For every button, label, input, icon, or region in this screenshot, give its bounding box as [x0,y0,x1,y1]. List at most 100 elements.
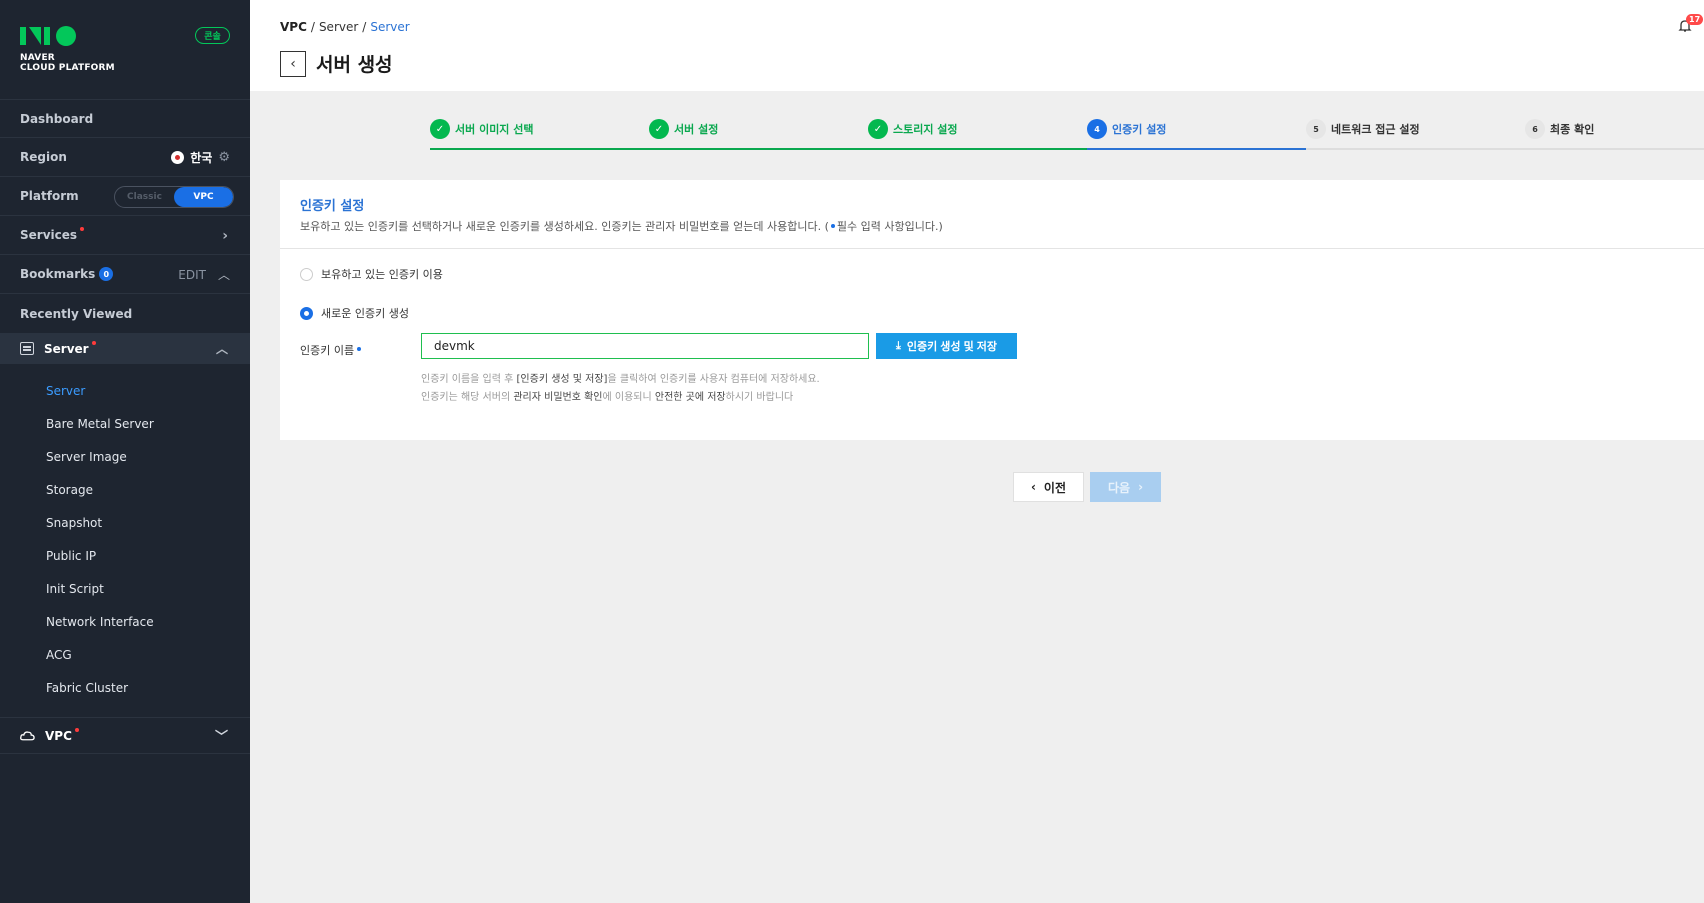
check-icon: ✓ [430,119,450,139]
server-section-label: Server [44,341,89,356]
dashboard-label: Dashboard [20,111,94,126]
breadcrumb-current[interactable]: Server [370,20,409,34]
vpc-section-label: VPC [45,728,72,743]
card-description: 보유하고 있는 인증키를 선택하거나 새로운 인증키를 생성하세요. 인증키는 … [300,218,943,234]
sidebar-item-region[interactable]: Region 한국 ⚙ [0,138,250,177]
sidebar-item-server[interactable]: Server [0,374,250,407]
server-submenu: Server Bare Metal Server Server Image St… [0,374,250,704]
step-label: 최종 확인 [1550,123,1595,136]
next-label: 다음 [1107,480,1131,495]
chevron-up-icon[interactable]: ︿ [218,266,230,283]
step-server-settings: ✓ 서버 설정 [649,110,868,150]
chevron-right-icon: › [1138,480,1144,494]
gear-icon[interactable]: ⚙ [218,150,230,165]
new-dot-icon [74,727,79,732]
card-description-text: 보유하고 있는 인증키를 선택하거나 새로운 인증키를 생성하세요. 인증키는 … [300,220,829,233]
generate-button-label: 인증키 생성 및 저장 [906,341,997,353]
sidebar-item-public-ip[interactable]: Public IP [0,539,250,572]
notification-button[interactable]: 17 [1678,14,1704,34]
previous-label: 이전 [1043,480,1067,495]
hint-emphasis: 안전한 곳에 저장 [654,392,726,403]
hint-emphasis: 관리자 비밀번호 확인 [513,392,603,403]
generate-and-save-key-button[interactable]: ⤓ 인증키 생성 및 저장 [876,333,1017,359]
logo-mark-icon [20,26,115,46]
platform-label: Platform [20,189,79,203]
platform-classic-option[interactable]: Classic [115,187,174,207]
step-label: 네트워크 접근 설정 [1331,123,1420,136]
divider [280,248,1704,249]
step-label: 스토리지 설정 [893,123,958,136]
sidebar-item-init-script[interactable]: Init Script [0,572,250,605]
previous-button[interactable]: ‹ 이전 [1013,472,1084,502]
step-number: 6 [1525,119,1545,139]
new-dot-icon [80,227,85,231]
hint-line-2: 인증키는 해당 서버의 관리자 비밀번호 확인에 이용되니 안전한 곳에 저장하… [421,388,793,403]
logo-line2: CLOUD PLATFORM [20,63,115,73]
sidebar-section-vpc[interactable]: VPC ﹀ [0,717,250,754]
hint-line-1: 인증키 이름을 입력 후 [인증키 생성 및 저장]을 클릭하여 인증키를 사용… [421,370,820,385]
required-dot-icon [830,224,835,228]
breadcrumb: VPC / Server / Server [280,20,410,34]
breadcrumb-sep: / [310,20,315,34]
breadcrumb-vpc[interactable]: VPC [280,20,307,34]
sidebar-item-recently-viewed[interactable]: Recently Viewed [0,294,250,333]
breadcrumb-server[interactable]: Server [319,20,358,34]
server-icon [20,342,34,355]
chevron-left-icon: ‹ [1030,480,1036,494]
korea-flag-icon [171,151,185,164]
hint-text: 하시기 바랍니다 [725,392,794,403]
region-value[interactable]: 한국 [190,149,212,166]
page-title: 서버 생성 [316,54,393,76]
sidebar-item-platform: Platform Classic VPC [0,177,250,216]
cloud-icon [20,730,35,740]
step-number: 4 [1087,119,1107,139]
bookmarks-edit-button[interactable]: EDIT [178,268,206,282]
sidebar-item-network-interface[interactable]: Network Interface [0,605,250,638]
chevron-up-icon[interactable]: ︿ [216,340,228,357]
hint-text: 에 이용되니 [602,392,655,403]
sidebar-item-snapshot[interactable]: Snapshot [0,506,250,539]
chevron-down-icon[interactable]: ﹀ [215,726,228,745]
radio-selected-icon[interactable] [300,306,313,320]
radio-create-new-key[interactable]: 새로운 인증키 생성 [300,305,409,321]
key-name-label-text: 인증키 이름 [300,344,355,357]
naver-cloud-logo[interactable]: NAVER CLOUD PLATFORM [20,26,115,73]
sidebar-item-bare-metal-server[interactable]: Bare Metal Server [0,407,250,440]
bookmarks-label: Bookmarks [20,267,96,281]
step-storage-settings: ✓ 스토리지 설정 [868,110,1087,150]
required-dot-icon [357,347,362,351]
sidebar-item-bookmarks[interactable]: Bookmarks 0 EDIT ︿ [0,255,250,294]
next-button[interactable]: 다음 › [1090,472,1161,502]
sidebar: NAVER CLOUD PLATFORM 콘솔 Dashboard Region… [0,0,250,903]
radio-unselected-icon[interactable] [300,267,313,281]
sidebar-section-server[interactable]: Server ︿ [0,333,250,364]
key-name-input[interactable] [421,333,869,359]
platform-vpc-option[interactable]: VPC [174,187,233,207]
sidebar-item-services[interactable]: Services › [0,216,250,255]
wizard-steps: ✓ 서버 이미지 선택 ✓ 서버 설정 ✓ 스토리지 설정 4 인증키 설정 5… [430,110,1704,150]
step-number: 5 [1306,119,1326,139]
key-name-label: 인증키 이름 [300,342,362,358]
download-icon: ⤓ [895,339,901,352]
sidebar-item-acg[interactable]: ACG [0,638,250,671]
sidebar-item-storage[interactable]: Storage [0,473,250,506]
radio-label: 새로운 인증키 생성 [321,307,409,320]
check-icon: ✓ [649,119,669,139]
bookmarks-count-badge: 0 [99,267,114,281]
sidebar-item-dashboard[interactable]: Dashboard [0,99,250,138]
sidebar-item-server-image[interactable]: Server Image [0,440,250,473]
platform-toggle[interactable]: Classic VPC [114,186,234,208]
step-label: 인증키 설정 [1112,123,1167,136]
sidebar-item-fabric-cluster[interactable]: Fabric Cluster [0,671,250,704]
recently-viewed-label: Recently Viewed [20,306,133,321]
services-label: Services [20,228,78,242]
console-badge[interactable]: 콘솔 [195,27,230,44]
radio-use-existing-key[interactable]: 보유하고 있는 인증키 이용 [300,266,443,282]
step-label: 서버 이미지 선택 [455,123,534,136]
back-button[interactable]: ‹ [280,51,306,77]
hint-emphasis: [인증키 생성 및 저장] [516,374,608,385]
step-auth-key: 4 인증키 설정 [1087,110,1306,150]
breadcrumb-sep: / [362,20,367,34]
auth-key-card: 인증키 설정 보유하고 있는 인증키를 선택하거나 새로운 인증키를 생성하세요… [280,180,1704,440]
chevron-left-icon: ‹ [290,56,296,72]
